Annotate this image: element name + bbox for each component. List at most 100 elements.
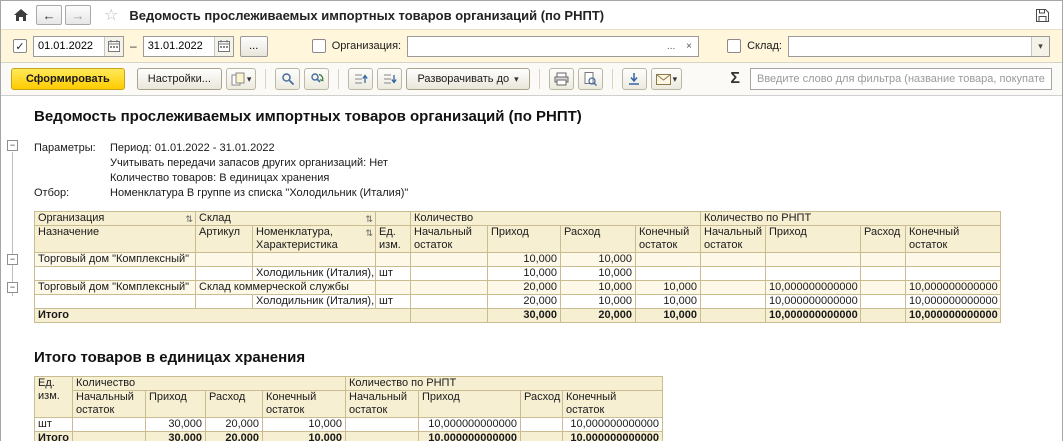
cell[interactable]: 10,000 — [560, 280, 636, 295]
back-button[interactable]: ← — [36, 5, 62, 25]
cell[interactable] — [195, 294, 253, 309]
cell[interactable] — [860, 252, 907, 267]
cell[interactable]: 10,000000000000 — [418, 417, 522, 432]
sum-icon[interactable]: Σ — [730, 70, 740, 88]
cell[interactable]: 10,000000000000 — [765, 294, 862, 309]
cell[interactable]: 10,000000000000 — [905, 280, 1002, 295]
cell[interactable] — [905, 266, 1002, 281]
home-icon[interactable] — [9, 5, 33, 25]
cell[interactable]: 30,000 — [487, 308, 561, 323]
cell[interactable]: 10,000 — [560, 294, 636, 309]
cell[interactable] — [252, 252, 376, 267]
column-header[interactable]: Количество по РНПТ — [700, 211, 1002, 226]
cell[interactable] — [410, 266, 488, 281]
column-header[interactable]: Приход — [145, 390, 206, 418]
column-header[interactable]: Артикул — [195, 225, 253, 253]
column-header[interactable]: Начальный остаток — [700, 225, 767, 253]
collapse-group-button[interactable]: − — [7, 254, 18, 265]
cell[interactable]: шт — [375, 266, 411, 281]
column-header[interactable]: Назначение — [34, 225, 196, 253]
cell[interactable] — [765, 252, 862, 267]
column-header[interactable] — [375, 211, 411, 226]
cell[interactable]: 10,000 — [261, 431, 347, 441]
expand-to-button[interactable]: Разворачивать до ▾ — [406, 68, 530, 90]
cell[interactable]: Итого — [34, 431, 73, 441]
quick-filter-input[interactable] — [750, 68, 1052, 90]
cell[interactable]: шт — [375, 294, 411, 309]
cell[interactable]: шт — [34, 417, 73, 432]
cell[interactable]: 20,000 — [205, 431, 263, 441]
cell[interactable]: 10,000 — [487, 266, 561, 281]
cell[interactable] — [195, 266, 253, 281]
find-button[interactable] — [275, 68, 301, 90]
org-select-button[interactable]: ... — [662, 37, 680, 56]
generate-button[interactable]: Сформировать — [11, 68, 125, 90]
cell[interactable] — [765, 266, 862, 281]
column-header[interactable]: Количество по РНПТ — [345, 376, 664, 391]
cell[interactable] — [634, 266, 702, 281]
cell[interactable] — [72, 431, 146, 441]
column-header[interactable]: Конечный остаток — [261, 390, 347, 418]
org-checkbox[interactable] — [311, 39, 326, 53]
cell[interactable] — [72, 417, 146, 432]
print-preview-button[interactable] — [577, 68, 603, 90]
column-header[interactable]: Склад ⇅ — [195, 211, 376, 226]
period-checkbox[interactable]: ✓ — [13, 39, 27, 53]
column-header[interactable]: Количество — [409, 211, 702, 226]
column-header[interactable]: Приход — [418, 390, 522, 418]
cell[interactable]: 10,000 — [560, 252, 636, 267]
cell[interactable] — [634, 252, 702, 267]
send-email-button[interactable]: ▾ — [650, 68, 683, 90]
cell[interactable] — [520, 417, 564, 432]
cell[interactable]: 10,000000000000 — [562, 431, 664, 441]
cell[interactable] — [410, 308, 488, 323]
cell[interactable]: 20,000 — [487, 280, 561, 295]
cell[interactable] — [375, 252, 411, 267]
find-next-button[interactable] — [304, 68, 330, 90]
cell[interactable] — [700, 294, 767, 309]
collapse-report-button[interactable]: − — [7, 140, 18, 151]
column-header[interactable]: Количество — [71, 376, 347, 391]
cell[interactable] — [905, 252, 1002, 267]
cell[interactable]: Холодильник (Италия), — [252, 294, 376, 309]
cell[interactable]: Склад коммерческой службы — [195, 280, 376, 295]
forward-button[interactable]: → — [65, 5, 91, 25]
expand-groups-button[interactable] — [377, 68, 403, 90]
cell[interactable]: 30,000 — [145, 417, 206, 432]
cell[interactable] — [700, 266, 767, 281]
column-header[interactable]: Ед. изм. — [34, 376, 73, 418]
cell[interactable]: 10,000 — [560, 266, 636, 281]
cell[interactable] — [860, 308, 907, 323]
cell[interactable]: 10,000000000000 — [765, 280, 862, 295]
warehouse-checkbox[interactable] — [727, 39, 742, 53]
cell[interactable] — [410, 280, 488, 295]
cell[interactable]: Торговый дом "Комплексный" — [34, 280, 196, 295]
org-input[interactable] — [408, 36, 663, 56]
cell[interactable] — [34, 294, 196, 309]
warehouse-dropdown-button[interactable]: ▾ — [1031, 36, 1049, 56]
column-header[interactable]: Приход — [487, 225, 561, 253]
cell[interactable]: Торговый дом "Комплексный" — [34, 252, 196, 267]
settings-button[interactable]: Настройки... — [136, 68, 222, 90]
column-header[interactable]: Конечный остаток — [905, 225, 1002, 253]
cell[interactable]: 20,000 — [487, 294, 561, 309]
cell[interactable] — [700, 280, 767, 295]
column-header[interactable]: Номенклатура, Характеристика ⇅ — [252, 225, 376, 253]
calendar-icon[interactable] — [104, 36, 123, 56]
cell[interactable] — [195, 252, 253, 267]
cell[interactable]: 10,000 — [634, 280, 702, 295]
cell[interactable]: Холодильник (Италия), — [252, 266, 376, 281]
column-header[interactable]: Приход — [765, 225, 862, 253]
cell[interactable] — [860, 266, 907, 281]
calendar-icon[interactable] — [213, 36, 233, 56]
cell[interactable] — [375, 280, 411, 295]
cell[interactable] — [345, 431, 420, 441]
cell[interactable] — [410, 252, 488, 267]
cell[interactable]: 20,000 — [560, 308, 636, 323]
print-button[interactable] — [548, 68, 574, 90]
column-header[interactable]: Конечный остаток — [634, 225, 702, 253]
column-header[interactable]: Расход — [520, 390, 564, 418]
cell[interactable]: 10,000000000000 — [905, 294, 1002, 309]
column-header[interactable]: Организация ⇅ — [34, 211, 196, 226]
column-header[interactable]: Расход — [205, 390, 263, 418]
